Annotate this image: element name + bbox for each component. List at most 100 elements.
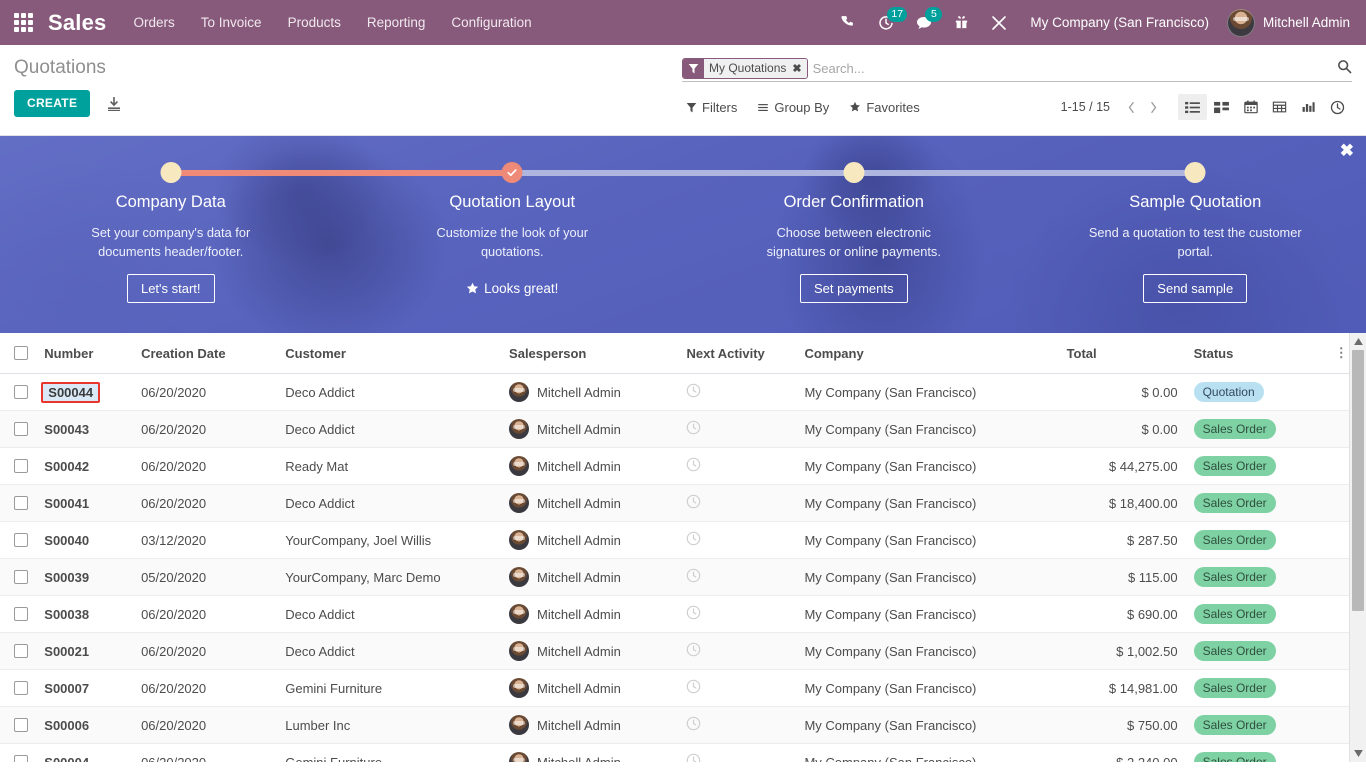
groupby-dropdown[interactable]: Group By xyxy=(757,100,829,115)
phone-icon[interactable] xyxy=(830,0,867,45)
table-row[interactable]: S00041 06/20/2020 Deco Addict Mitchell Admi… xyxy=(0,484,1349,522)
record-number[interactable]: S00043 xyxy=(44,422,89,437)
pivot-table-icon[interactable] xyxy=(1265,94,1294,120)
step-marker-done[interactable] xyxy=(501,162,523,183)
activity-clock-icon[interactable] xyxy=(686,642,788,660)
activity-clock-icon[interactable] xyxy=(686,605,788,623)
table-row[interactable]: S00042 06/20/2020 Ready Mat Mitchell Admin M… xyxy=(0,447,1349,485)
filters-dropdown[interactable]: Filters xyxy=(686,100,737,115)
kanban-icon[interactable] xyxy=(1207,94,1236,120)
column-header-total[interactable]: Total xyxy=(1058,333,1186,374)
cell-number[interactable]: S00006 xyxy=(36,706,134,744)
apps-menu-icon[interactable] xyxy=(0,0,46,45)
search-input[interactable] xyxy=(812,58,1331,78)
row-checkbox[interactable] xyxy=(14,459,28,473)
scroll-up-arrow-icon[interactable] xyxy=(1350,333,1366,350)
column-header-next-activity[interactable]: Next Activity xyxy=(678,333,797,374)
create-button[interactable]: CREATE xyxy=(14,90,91,117)
cell-next-activity[interactable] xyxy=(678,669,797,707)
scrollbar-track[interactable] xyxy=(1350,350,1366,745)
looks-great-button[interactable]: Looks great! xyxy=(466,274,558,303)
active-company-label[interactable]: My Company (San Francisco) xyxy=(1018,15,1221,30)
cell-next-activity[interactable] xyxy=(678,521,797,559)
table-row[interactable]: S00040 03/12/2020 YourCompany, Joel Willis… xyxy=(0,521,1349,559)
favorites-dropdown[interactable]: Favorites xyxy=(849,100,920,115)
cell-number[interactable]: S00043 xyxy=(36,410,134,448)
record-number[interactable]: S00040 xyxy=(44,533,89,548)
table-row[interactable]: S00021 06/20/2020 Deco Addict Mitchell Admi… xyxy=(0,632,1349,670)
import-download-icon[interactable] xyxy=(106,90,122,117)
scrollbar-thumb[interactable] xyxy=(1352,350,1364,611)
column-header-creation-date[interactable]: Creation Date xyxy=(133,333,278,374)
table-row[interactable]: S00043 06/20/2020 Deco Addict Mitchell Admi… xyxy=(0,410,1349,448)
cell-number[interactable]: S00007 xyxy=(36,669,134,707)
table-row[interactable]: S00039 05/20/2020 YourCompany, Marc Demo Mi… xyxy=(0,558,1349,596)
row-checkbox[interactable] xyxy=(14,681,28,695)
activity-clock-icon[interactable] xyxy=(686,679,788,697)
step-marker-todo[interactable] xyxy=(160,162,182,183)
activity-clock-icon[interactable] xyxy=(686,383,788,401)
clock-icon[interactable] xyxy=(1323,94,1352,120)
cell-next-activity[interactable] xyxy=(678,706,797,744)
table-row[interactable]: S00038 06/20/2020 Deco Addict Mitchell Admi… xyxy=(0,595,1349,633)
menu-item-to-invoice[interactable]: To Invoice xyxy=(188,0,275,45)
record-number[interactable]: S00038 xyxy=(44,607,89,622)
column-header-number[interactable]: Number xyxy=(36,333,134,374)
cell-number[interactable]: S00038 xyxy=(36,595,134,633)
table-row[interactable]: S00007 06/20/2020 Gemini Furniture Mitchell… xyxy=(0,669,1349,707)
cell-next-activity[interactable] xyxy=(678,447,797,485)
menu-item-orders[interactable]: Orders xyxy=(121,0,188,45)
activity-clock-icon[interactable]: 17 xyxy=(867,0,908,45)
cell-next-activity[interactable] xyxy=(678,743,797,762)
vertical-scrollbar[interactable] xyxy=(1349,333,1366,762)
row-checkbox[interactable] xyxy=(14,385,28,399)
record-number[interactable]: S00041 xyxy=(44,496,89,511)
gift-icon[interactable] xyxy=(943,0,980,45)
row-checkbox[interactable] xyxy=(14,644,28,658)
cell-number[interactable]: S00040 xyxy=(36,521,134,559)
menu-item-products[interactable]: Products xyxy=(275,0,354,45)
list-icon[interactable] xyxy=(1178,94,1207,120)
row-checkbox[interactable] xyxy=(14,533,28,547)
cell-number[interactable]: S00044 xyxy=(36,373,134,411)
column-header-salesperson[interactable]: Salesperson xyxy=(501,333,679,374)
record-number[interactable]: S00007 xyxy=(44,681,89,696)
user-menu[interactable]: Mitchell Admin xyxy=(1221,8,1354,37)
bar-chart-icon[interactable] xyxy=(1294,94,1323,120)
record-number-highlighted[interactable]: S00044 xyxy=(41,381,101,403)
pager-previous-icon[interactable] xyxy=(1120,95,1142,119)
activity-clock-icon[interactable] xyxy=(686,568,788,586)
table-row[interactable]: S00004 06/20/2020 Gemini Furniture Mitchell… xyxy=(0,743,1349,762)
cell-number[interactable]: S00004 xyxy=(36,743,134,762)
activity-clock-icon[interactable] xyxy=(686,531,788,549)
row-checkbox[interactable] xyxy=(14,422,28,436)
table-row[interactable]: S00044 06/20/2020 Deco Addict Mitchell Admi… xyxy=(0,373,1349,411)
record-number[interactable]: S00039 xyxy=(44,570,89,585)
magnifier-icon[interactable] xyxy=(1331,59,1352,77)
pager-next-icon[interactable] xyxy=(1142,95,1164,119)
activity-clock-icon[interactable] xyxy=(686,420,788,438)
cell-next-activity[interactable] xyxy=(678,595,797,633)
set-payments-button[interactable]: Set payments xyxy=(800,274,908,303)
select-all-checkbox[interactable] xyxy=(14,346,28,360)
lets-start-button[interactable]: Let's start! xyxy=(126,274,215,303)
scroll-down-arrow-icon[interactable] xyxy=(1350,745,1366,762)
tools-icon[interactable] xyxy=(980,0,1018,45)
cell-next-activity[interactable] xyxy=(678,558,797,596)
calendar-icon[interactable] xyxy=(1236,94,1265,120)
row-checkbox[interactable] xyxy=(14,570,28,584)
row-checkbox[interactable] xyxy=(14,755,28,762)
cell-next-activity[interactable] xyxy=(678,410,797,448)
breadcrumb[interactable]: Quotations xyxy=(14,56,674,80)
row-checkbox[interactable] xyxy=(14,607,28,621)
activity-clock-icon[interactable] xyxy=(686,494,788,512)
menu-item-configuration[interactable]: Configuration xyxy=(438,0,544,45)
column-header-status[interactable]: Status xyxy=(1185,333,1327,374)
column-header-customer[interactable]: Customer xyxy=(277,333,502,374)
cell-next-activity[interactable] xyxy=(678,632,797,670)
activity-clock-icon[interactable] xyxy=(686,753,788,762)
record-number[interactable]: S00042 xyxy=(44,459,89,474)
table-row[interactable]: S00006 06/20/2020 Lumber Inc Mitchell Admin… xyxy=(0,706,1349,744)
app-brand-title[interactable]: Sales xyxy=(46,10,121,36)
send-sample-button[interactable]: Send sample xyxy=(1143,274,1248,303)
